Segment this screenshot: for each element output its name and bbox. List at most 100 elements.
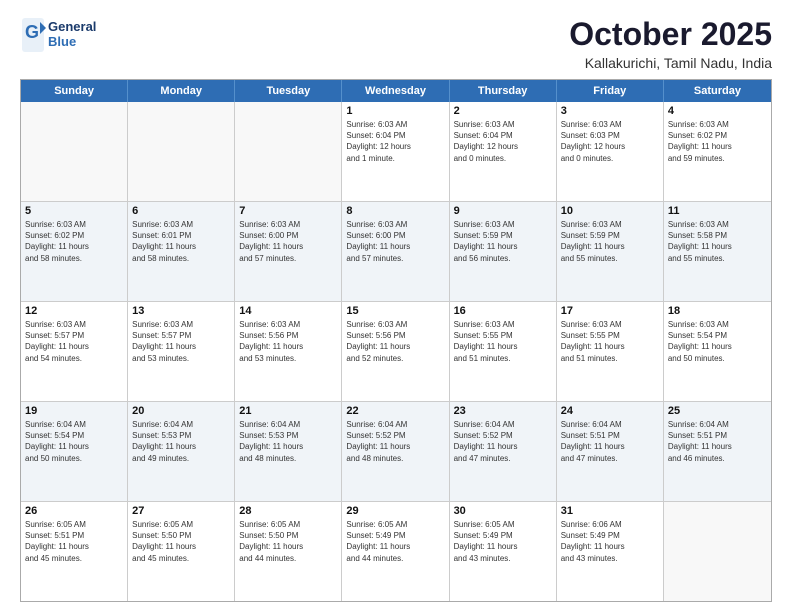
table-row: 29 Sunrise: 6:05 AM Sunset: 5:49 PM Dayli… bbox=[342, 502, 449, 601]
day-number: 16 bbox=[454, 305, 552, 317]
table-row: 7Sunrise: 6:03 AM Sunset: 6:00 PM Daylig… bbox=[235, 202, 342, 301]
calendar-body: 1 Sunrise: 6:03 AM Sunset: 6:04 PM Daylig… bbox=[21, 102, 771, 601]
header-saturday: Saturday bbox=[664, 80, 771, 102]
table-row: 5 Sunrise: 6:03 AM Sunset: 6:02 PM Daylig… bbox=[21, 202, 128, 301]
header-friday: Friday bbox=[557, 80, 664, 102]
cell-info: Sunrise: 6:06 AM Sunset: 5:49 PM Dayligh… bbox=[561, 519, 659, 564]
table-row: 22 Sunrise: 6:04 AM Sunset: 5:52 PM Dayli… bbox=[342, 402, 449, 501]
cell-info: Sunrise: 6:03 AM Sunset: 5:55 PM Dayligh… bbox=[561, 319, 659, 364]
cell-info: Sunrise: 6:03 AM Sunset: 5:56 PM Dayligh… bbox=[346, 319, 444, 364]
cell-info: Sunrise: 6:04 AM Sunset: 5:51 PM Dayligh… bbox=[668, 419, 767, 464]
table-row: 16Sunrise: 6:03 AM Sunset: 5:55 PM Dayli… bbox=[450, 302, 557, 401]
cell-info: Sunrise: 6:03 AM Sunset: 6:02 PM Dayligh… bbox=[25, 219, 123, 264]
calendar-row: 5 Sunrise: 6:03 AM Sunset: 6:02 PM Daylig… bbox=[21, 202, 771, 302]
table-row: 3 Sunrise: 6:03 AM Sunset: 6:03 PM Daylig… bbox=[557, 102, 664, 201]
cell-info: Sunrise: 6:04 AM Sunset: 5:53 PM Dayligh… bbox=[132, 419, 230, 464]
cell-info: Sunrise: 6:04 AM Sunset: 5:53 PM Dayligh… bbox=[239, 419, 337, 464]
day-number: 24 bbox=[561, 405, 659, 417]
day-number: 23 bbox=[454, 405, 552, 417]
day-number: 2 bbox=[454, 105, 552, 117]
day-number: 11 bbox=[668, 205, 767, 217]
day-number: 29 bbox=[346, 505, 444, 517]
day-number: 5 bbox=[25, 205, 123, 217]
table-row: 18 Sunrise: 6:03 AM Sunset: 5:54 PM Dayli… bbox=[664, 302, 771, 401]
day-number: 27 bbox=[132, 505, 230, 517]
calendar-row: 19 Sunrise: 6:04 AM Sunset: 5:54 PM Dayli… bbox=[21, 402, 771, 502]
day-number: 17 bbox=[561, 305, 659, 317]
table-row: 28 Sunrise: 6:05 AM Sunset: 5:50 PM Dayli… bbox=[235, 502, 342, 601]
table-row: 1 Sunrise: 6:03 AM Sunset: 6:04 PM Daylig… bbox=[342, 102, 449, 201]
cell-info: Sunrise: 6:04 AM Sunset: 5:52 PM Dayligh… bbox=[454, 419, 552, 464]
day-number: 8 bbox=[346, 205, 444, 217]
svg-text:Blue: Blue bbox=[48, 34, 76, 49]
header: General Blue G October 2025 Kallakurichi… bbox=[20, 16, 772, 71]
day-number: 1 bbox=[346, 105, 444, 117]
header-tuesday: Tuesday bbox=[235, 80, 342, 102]
cell-info: Sunrise: 6:05 AM Sunset: 5:50 PM Dayligh… bbox=[132, 519, 230, 564]
cell-info: Sunrise: 6:03 AM Sunset: 6:00 PM Dayligh… bbox=[239, 219, 337, 264]
table-row: 11 Sunrise: 6:03 AM Sunset: 5:58 PM Dayli… bbox=[664, 202, 771, 301]
table-row: 31Sunrise: 6:06 AM Sunset: 5:49 PM Dayli… bbox=[557, 502, 664, 601]
table-row: 14 Sunrise: 6:03 AM Sunset: 5:56 PM Dayli… bbox=[235, 302, 342, 401]
table-row: 10Sunrise: 6:03 AM Sunset: 5:59 PM Dayli… bbox=[557, 202, 664, 301]
cell-info: Sunrise: 6:03 AM Sunset: 6:03 PM Dayligh… bbox=[561, 119, 659, 164]
table-row: 25 Sunrise: 6:04 AM Sunset: 5:51 PM Dayli… bbox=[664, 402, 771, 501]
table-row: 27 Sunrise: 6:05 AM Sunset: 5:50 PM Dayli… bbox=[128, 502, 235, 601]
day-number: 9 bbox=[454, 205, 552, 217]
day-number: 3 bbox=[561, 105, 659, 117]
generalblue-icon: General Blue G bbox=[20, 16, 110, 54]
cell-info: Sunrise: 6:04 AM Sunset: 5:51 PM Dayligh… bbox=[561, 419, 659, 464]
cell-info: Sunrise: 6:05 AM Sunset: 5:49 PM Dayligh… bbox=[346, 519, 444, 564]
cell-info: Sunrise: 6:03 AM Sunset: 5:56 PM Dayligh… bbox=[239, 319, 337, 364]
calendar-row: 1 Sunrise: 6:03 AM Sunset: 6:04 PM Daylig… bbox=[21, 102, 771, 202]
table-row: 2 Sunrise: 6:03 AM Sunset: 6:04 PM Daylig… bbox=[450, 102, 557, 201]
cell-info: Sunrise: 6:03 AM Sunset: 6:01 PM Dayligh… bbox=[132, 219, 230, 264]
cell-info: Sunrise: 6:05 AM Sunset: 5:49 PM Dayligh… bbox=[454, 519, 552, 564]
table-row: 6Sunrise: 6:03 AM Sunset: 6:01 PM Daylig… bbox=[128, 202, 235, 301]
table-row: 19 Sunrise: 6:04 AM Sunset: 5:54 PM Dayli… bbox=[21, 402, 128, 501]
table-row: 4Sunrise: 6:03 AM Sunset: 6:02 PM Daylig… bbox=[664, 102, 771, 201]
cell-info: Sunrise: 6:05 AM Sunset: 5:51 PM Dayligh… bbox=[25, 519, 123, 564]
table-row: 23 Sunrise: 6:04 AM Sunset: 5:52 PM Dayli… bbox=[450, 402, 557, 501]
day-number: 28 bbox=[239, 505, 337, 517]
table-row: 21 Sunrise: 6:04 AM Sunset: 5:53 PM Dayli… bbox=[235, 402, 342, 501]
title-block: October 2025 Kallakurichi, Tamil Nadu, I… bbox=[569, 16, 772, 71]
svg-text:General: General bbox=[48, 19, 96, 34]
cell-info: Sunrise: 6:03 AM Sunset: 6:00 PM Dayligh… bbox=[346, 219, 444, 264]
cell-info: Sunrise: 6:03 AM Sunset: 6:04 PM Dayligh… bbox=[454, 119, 552, 164]
day-number: 12 bbox=[25, 305, 123, 317]
day-number: 10 bbox=[561, 205, 659, 217]
cell-info: Sunrise: 6:05 AM Sunset: 5:50 PM Dayligh… bbox=[239, 519, 337, 564]
table-row bbox=[21, 102, 128, 201]
table-row: 8 Sunrise: 6:03 AM Sunset: 6:00 PM Daylig… bbox=[342, 202, 449, 301]
cell-info: Sunrise: 6:03 AM Sunset: 6:04 PM Dayligh… bbox=[346, 119, 444, 164]
calendar-row: 12 Sunrise: 6:03 AM Sunset: 5:57 PM Dayli… bbox=[21, 302, 771, 402]
day-number: 26 bbox=[25, 505, 123, 517]
header-monday: Monday bbox=[128, 80, 235, 102]
month-title: October 2025 bbox=[569, 16, 772, 53]
cell-info: Sunrise: 6:04 AM Sunset: 5:54 PM Dayligh… bbox=[25, 419, 123, 464]
day-number: 14 bbox=[239, 305, 337, 317]
table-row: 13Sunrise: 6:03 AM Sunset: 5:57 PM Dayli… bbox=[128, 302, 235, 401]
day-number: 13 bbox=[132, 305, 230, 317]
cell-info: Sunrise: 6:03 AM Sunset: 5:54 PM Dayligh… bbox=[668, 319, 767, 364]
cell-info: Sunrise: 6:04 AM Sunset: 5:52 PM Dayligh… bbox=[346, 419, 444, 464]
table-row: 12 Sunrise: 6:03 AM Sunset: 5:57 PM Dayli… bbox=[21, 302, 128, 401]
cell-info: Sunrise: 6:03 AM Sunset: 5:57 PM Dayligh… bbox=[25, 319, 123, 364]
cell-info: Sunrise: 6:03 AM Sunset: 6:02 PM Dayligh… bbox=[668, 119, 767, 164]
day-number: 18 bbox=[668, 305, 767, 317]
cell-info: Sunrise: 6:03 AM Sunset: 5:58 PM Dayligh… bbox=[668, 219, 767, 264]
day-number: 19 bbox=[25, 405, 123, 417]
table-row: 17 Sunrise: 6:03 AM Sunset: 5:55 PM Dayli… bbox=[557, 302, 664, 401]
day-number: 21 bbox=[239, 405, 337, 417]
day-number: 22 bbox=[346, 405, 444, 417]
table-row: 24 Sunrise: 6:04 AM Sunset: 5:51 PM Dayli… bbox=[557, 402, 664, 501]
table-row: 30Sunrise: 6:05 AM Sunset: 5:49 PM Dayli… bbox=[450, 502, 557, 601]
table-row: 15Sunrise: 6:03 AM Sunset: 5:56 PM Dayli… bbox=[342, 302, 449, 401]
header-thursday: Thursday bbox=[450, 80, 557, 102]
table-row: 20Sunrise: 6:04 AM Sunset: 5:53 PM Dayli… bbox=[128, 402, 235, 501]
calendar-header: Sunday Monday Tuesday Wednesday Thursday… bbox=[21, 80, 771, 102]
page: General Blue G October 2025 Kallakurichi… bbox=[0, 0, 792, 612]
table-row bbox=[128, 102, 235, 201]
day-number: 25 bbox=[668, 405, 767, 417]
